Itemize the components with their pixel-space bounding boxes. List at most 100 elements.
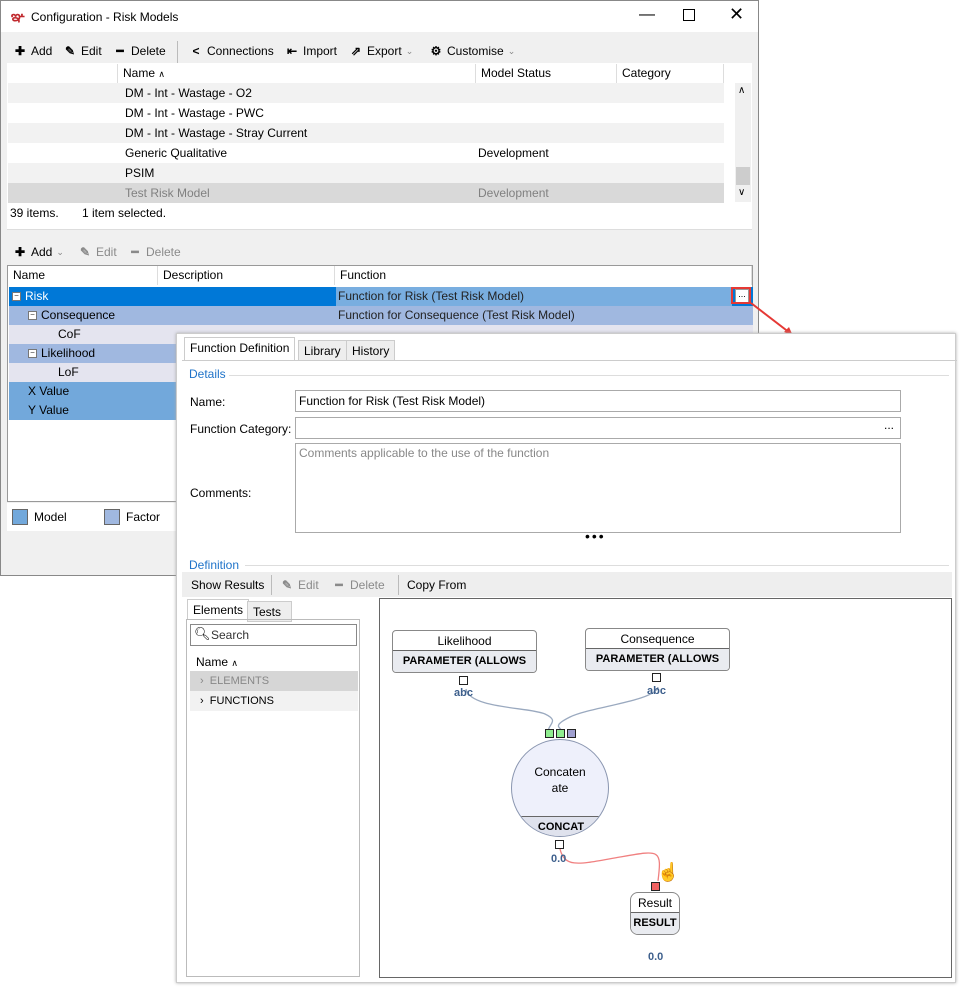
minus-icon: ━: [116, 44, 124, 58]
comments-textarea[interactable]: Comments applicable to the use of the fu…: [295, 443, 901, 533]
table-row[interactable]: PSIM: [8, 163, 724, 183]
tree-header-function[interactable]: Function: [335, 266, 752, 285]
input-port[interactable]: [567, 729, 576, 738]
collapse-icon[interactable]: −: [28, 311, 37, 321]
toolbar-divider: [398, 575, 399, 595]
tree-node-label: Risk: [25, 289, 49, 303]
tree-row[interactable]: Y Value: [9, 401, 177, 420]
node-title: Likelihood: [393, 631, 536, 651]
node-concat[interactable]: Concaten ate CONCAT: [511, 739, 609, 837]
name-label: Name:: [190, 395, 226, 409]
show-results-button[interactable]: Show Results: [191, 578, 264, 592]
list-item-elements[interactable]: › ELEMENTS: [190, 671, 358, 691]
splitter-grip[interactable]: •••: [585, 528, 606, 544]
category-input[interactable]: ...: [295, 417, 901, 439]
tree-add-dropdown[interactable]: ✚ Add ⌄: [13, 245, 64, 259]
cell-name: DM - Int - Wastage - Stray Current: [125, 126, 308, 140]
input-port[interactable]: [556, 729, 565, 738]
node-result[interactable]: Result RESULT: [630, 892, 680, 935]
sort-asc-icon: ∧: [158, 69, 165, 79]
plus-icon: ✚: [14, 245, 26, 259]
table-row[interactable]: DM - Int - Wastage - PWC: [8, 103, 724, 123]
tree-row[interactable]: LoF: [9, 363, 177, 382]
output-value: 0.0: [648, 951, 664, 963]
copy-from-button[interactable]: Copy From: [407, 578, 466, 592]
table-row[interactable]: DM - Int - Wastage - Stray Current: [8, 123, 724, 143]
connections-button[interactable]: < Connections: [189, 44, 273, 58]
function-cell[interactable]: Function for Risk (Test Risk Model): [336, 287, 732, 306]
function-cell[interactable]: Function for Consequence (Test Risk Mode…: [336, 306, 753, 325]
tree-header-name[interactable]: Name: [8, 266, 158, 285]
tree-node-label: Likelihood: [41, 346, 96, 360]
row-header-column: [7, 64, 118, 83]
tree-row[interactable]: − Consequence Function for Consequence (Te…: [9, 306, 753, 325]
sort-asc-icon: ∧: [231, 658, 238, 668]
category-browse-button[interactable]: ...: [884, 418, 894, 435]
edit-icon: ✎: [64, 44, 76, 58]
input-port[interactable]: [651, 882, 660, 891]
vertical-scrollbar[interactable]: ∧ ∨: [735, 83, 751, 202]
column-header-status[interactable]: Model Status: [476, 64, 617, 83]
minimize-button[interactable]: —: [639, 6, 655, 24]
tree-edit-button[interactable]: ✎ Edit: [78, 245, 117, 259]
input-port[interactable]: [545, 729, 554, 738]
tab-function-definition[interactable]: Function Definition: [184, 337, 296, 360]
customise-dropdown[interactable]: ⚙ Customise ⌄: [429, 44, 516, 58]
def-edit-button[interactable]: ✎ Edit: [280, 578, 319, 592]
scroll-up-icon[interactable]: ∧: [738, 85, 745, 96]
cell-name: DM - Int - Wastage - PWC: [125, 106, 264, 120]
tree-header-description[interactable]: Description: [158, 266, 335, 285]
group-line: [229, 375, 949, 376]
export-dropdown[interactable]: ⇗ Export ⌄: [349, 44, 413, 58]
name-input[interactable]: Function for Risk (Test Risk Model): [295, 390, 901, 412]
tree-node: − Risk: [12, 287, 48, 306]
add-button[interactable]: ✚ Add: [13, 44, 52, 58]
node-likelihood[interactable]: LikelihoodPARAMETER (ALLOWS N...: [392, 630, 537, 673]
column-header-name[interactable]: Name ∧: [118, 64, 476, 83]
list-item-functions[interactable]: › FUNCTIONS: [190, 691, 358, 711]
delete-button[interactable]: ━ Delete: [113, 44, 165, 58]
table-row[interactable]: DM - Int - Wastage - O2: [8, 83, 724, 103]
node-type: PARAMETER (ALLOWS N...: [393, 651, 536, 672]
edit-button[interactable]: ✎ Edit: [63, 44, 102, 58]
output-port[interactable]: [652, 673, 661, 682]
tab-library[interactable]: Library: [298, 340, 347, 361]
output-port[interactable]: [459, 676, 468, 685]
output-port[interactable]: [555, 840, 564, 849]
tree-node-label: X Value: [28, 384, 70, 398]
tab-elements[interactable]: Elements: [187, 599, 250, 620]
definition-group-label: Definition: [189, 558, 240, 572]
close-button[interactable]: ✕: [729, 4, 744, 25]
node-consequence[interactable]: ConsequencePARAMETER (ALLOWS N...: [585, 628, 730, 671]
diagram-canvas[interactable]: LikelihoodPARAMETER (ALLOWS N... abc Con…: [379, 598, 952, 978]
minus-icon: ━: [335, 578, 343, 592]
status-bar: 39 items. 1 item selected.: [7, 203, 752, 230]
maximize-button[interactable]: [683, 9, 695, 21]
def-delete-button[interactable]: ━ Delete: [332, 578, 384, 592]
tree-row[interactable]: − Risk Function for Risk (Test Risk Model)…: [9, 287, 753, 306]
collapse-icon[interactable]: −: [12, 292, 21, 302]
scroll-down-icon[interactable]: ∨: [738, 187, 745, 198]
collapse-icon[interactable]: −: [28, 349, 37, 359]
column-header-category[interactable]: Category: [617, 64, 724, 83]
edit-icon: ✎: [79, 245, 91, 259]
legend: Model Factor: [7, 503, 177, 531]
import-button[interactable]: ⇤ Import: [285, 44, 337, 58]
tree-node: − Likelihood: [28, 344, 95, 363]
search-input[interactable]: 🔍︎ Search: [190, 624, 357, 646]
tree-delete-button[interactable]: ━ Delete: [128, 245, 180, 259]
tree-node-label: LoF: [58, 365, 79, 379]
cell-status: Development: [478, 186, 549, 200]
scrollbar-thumb[interactable]: [736, 167, 750, 185]
toolbar-divider: [177, 41, 178, 63]
table-row[interactable]: Test Risk Model Development: [8, 183, 724, 203]
selection-count: 1 item selected.: [82, 206, 167, 220]
tab-history[interactable]: History: [346, 340, 396, 361]
connector-consequence: [557, 686, 659, 733]
node-title: Consequence: [586, 629, 729, 649]
tree-row[interactable]: − Likelihood: [9, 344, 177, 363]
list-header-name[interactable]: Name ∧: [196, 655, 238, 669]
category-label: Function Category:: [190, 422, 292, 436]
tree-row[interactable]: X Value: [9, 382, 177, 401]
table-row[interactable]: Generic Qualitative Development: [8, 143, 724, 163]
